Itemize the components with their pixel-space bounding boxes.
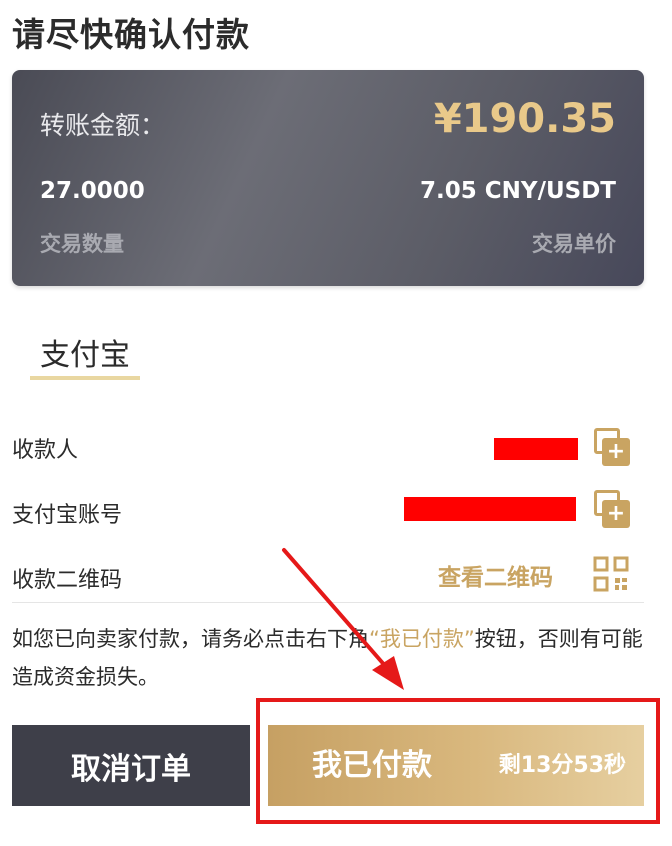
transfer-amount-value: ¥190.35 <box>433 96 616 142</box>
view-qr-code-link[interactable]: 查看二维码 <box>438 558 553 592</box>
confirm-paid-label: 我已付款 <box>312 748 432 783</box>
trade-quantity-value: 27.0000 <box>40 178 145 204</box>
trade-quantity-label: 交易数量 <box>40 232 124 256</box>
confirm-paid-button[interactable]: 我已付款 剩13分53秒 <box>268 725 644 806</box>
cancel-order-button[interactable]: 取消订单 <box>12 725 250 806</box>
alipay-account-label: 支付宝账号 <box>12 503 123 528</box>
transfer-amount-card: 转账金额： ¥190.35 27.0000 7.05 CNY/USDT 交易数量… <box>12 70 644 286</box>
copy-payee-button[interactable]: + <box>594 428 630 466</box>
transfer-amount-label: 转账金额： <box>40 111 166 140</box>
payment-notice: 如您已向卖家付款，请务必点击右下角“我已付款”按钮，否则有可能造成资金损失。 <box>12 627 643 689</box>
unit-price-label: 交易单价 <box>532 232 616 256</box>
copy-account-button[interactable]: + <box>594 490 630 528</box>
copy-icon: + <box>602 500 630 528</box>
copy-icon: + <box>602 438 630 466</box>
qr-code-icon[interactable] <box>593 556 629 592</box>
divider <box>12 602 644 603</box>
tab-alipay[interactable]: 支付宝 <box>40 330 130 374</box>
tab-alipay-underline <box>30 376 140 380</box>
page-title: 请尽快确认付款 <box>12 15 250 54</box>
redacted-payee-name <box>494 438 578 460</box>
qr-code-label: 收款二维码 <box>12 568 123 593</box>
paid-button-reference: “我已付款” <box>369 627 475 651</box>
unit-price-value: 7.05 CNY/USDT <box>420 178 616 204</box>
countdown-timer: 剩13分53秒 <box>498 753 626 778</box>
payee-label: 收款人 <box>12 438 79 463</box>
redacted-alipay-account <box>404 497 576 521</box>
